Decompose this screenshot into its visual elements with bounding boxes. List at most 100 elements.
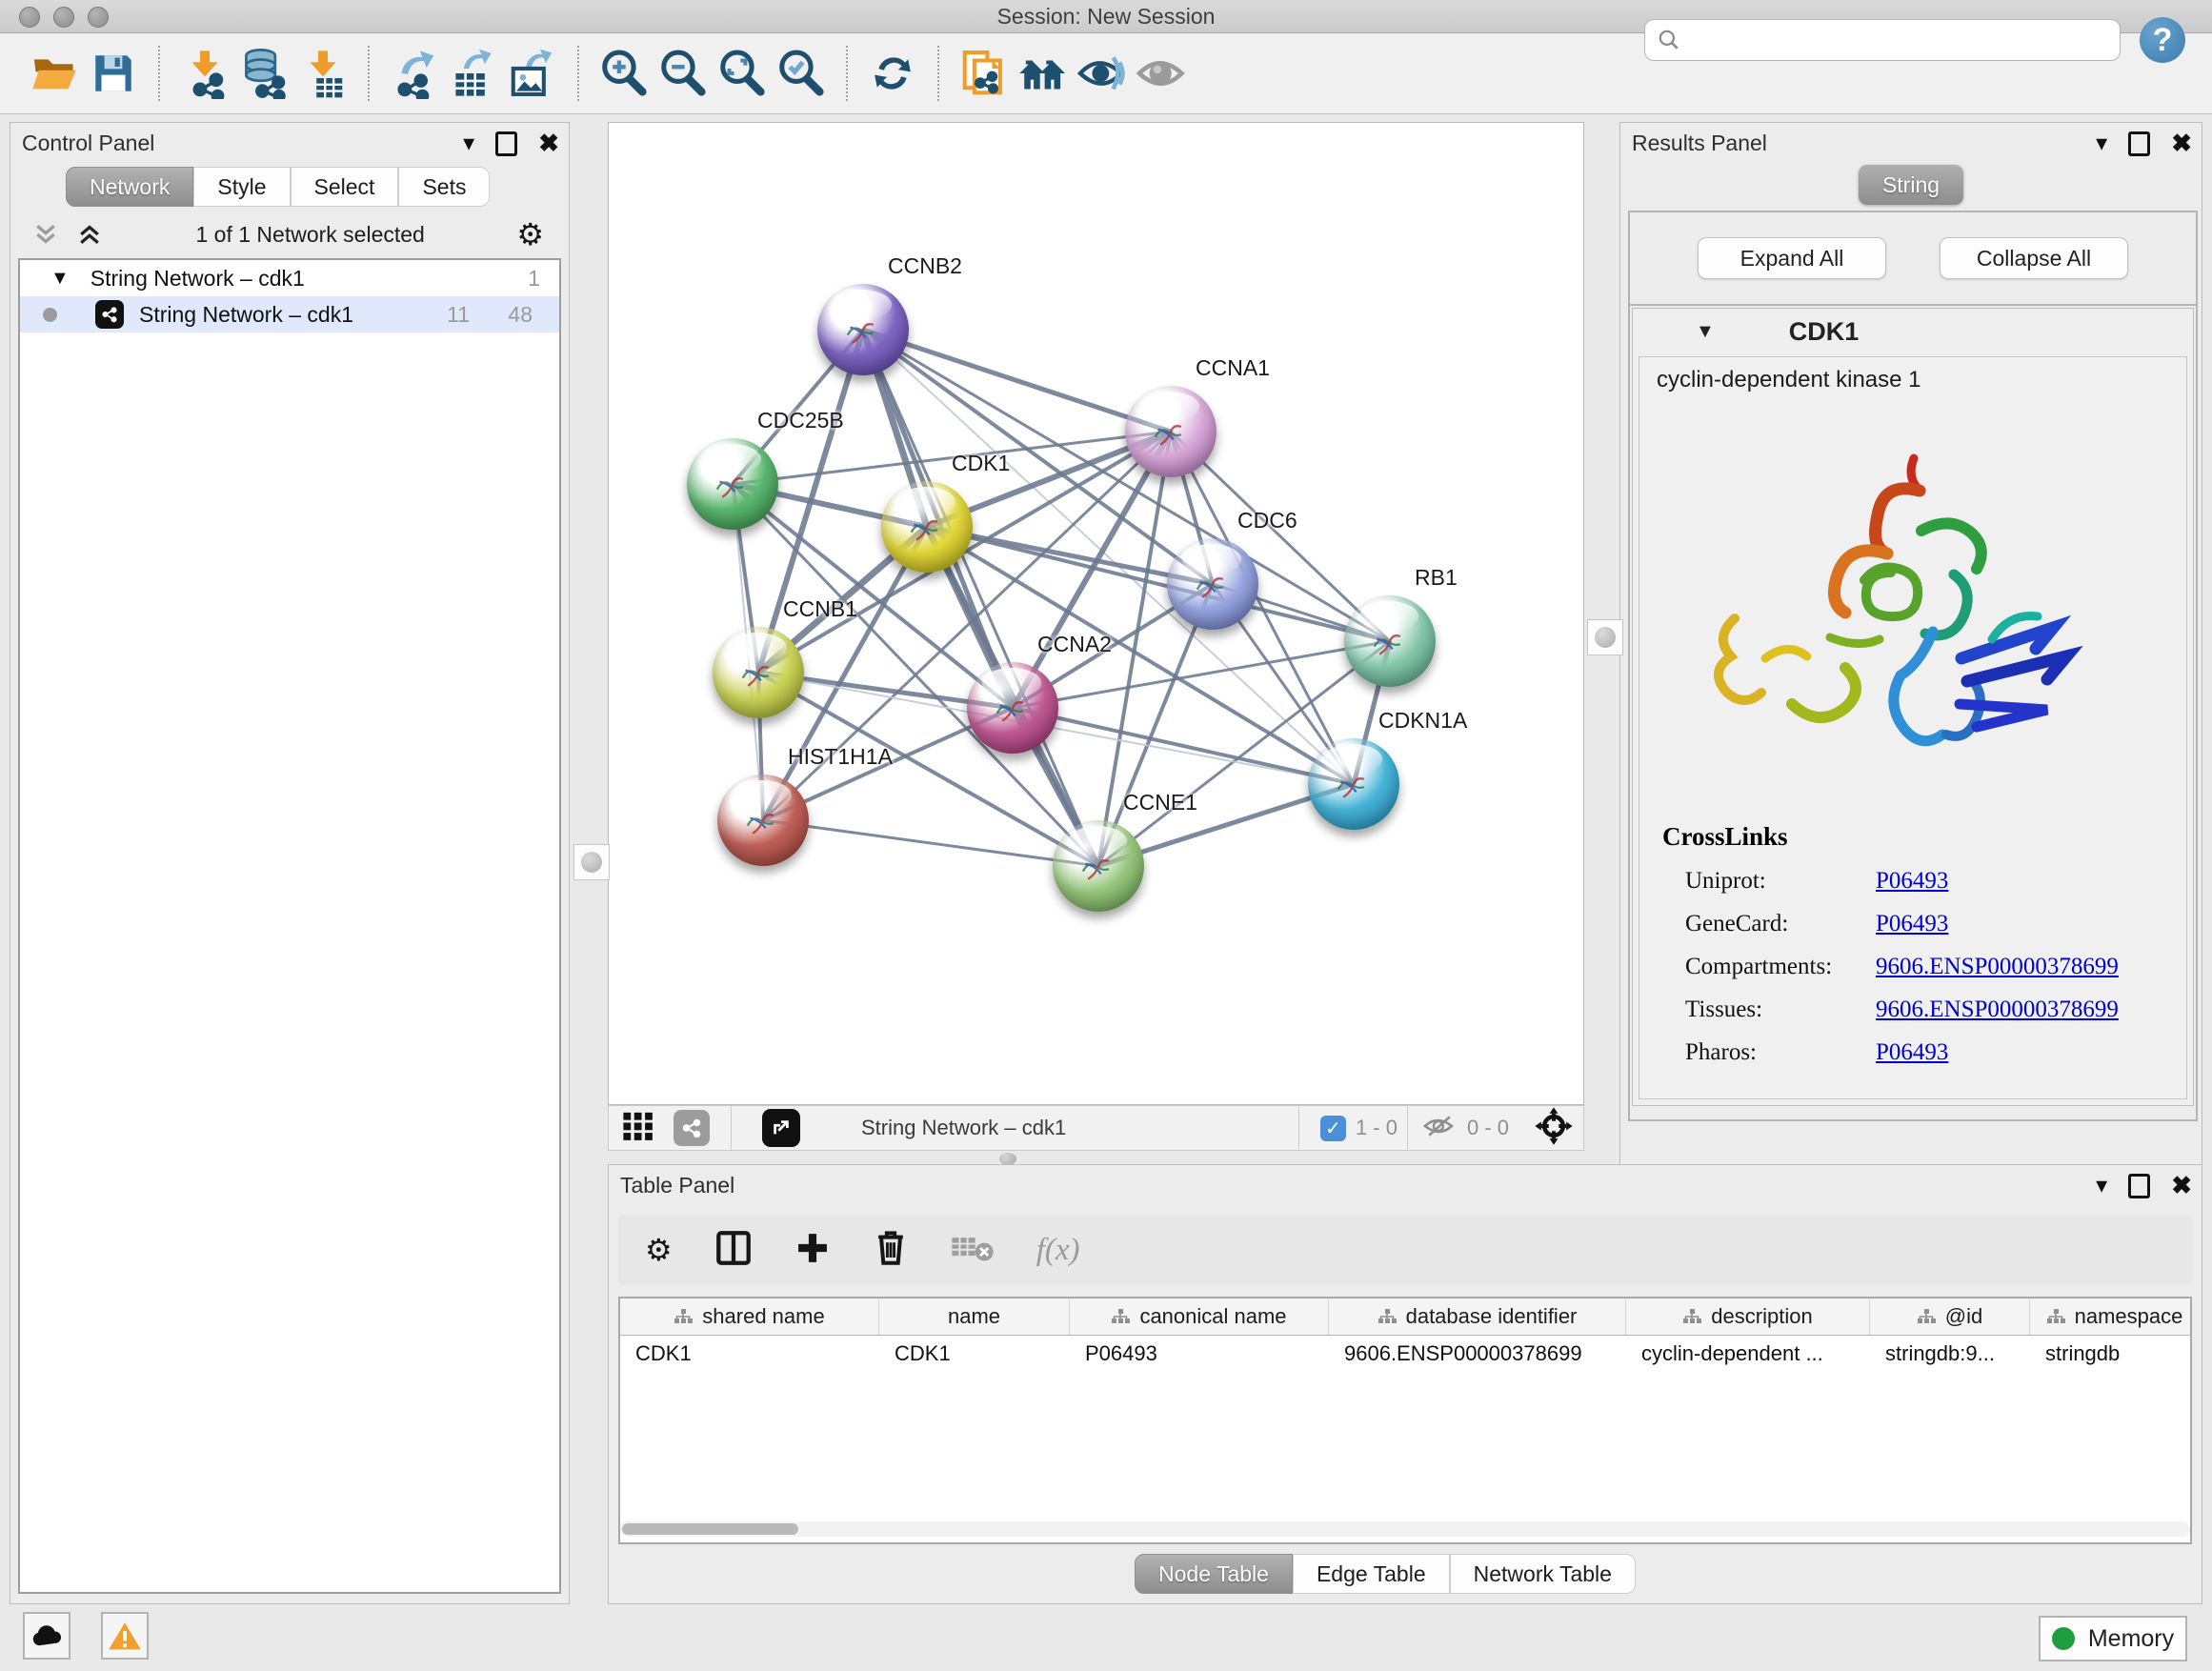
clear-table-icon[interactable] [951, 1232, 995, 1269]
scrollbar-thumb[interactable] [622, 1523, 798, 1535]
memory-button[interactable]: Memory [2039, 1616, 2187, 1661]
network-node-ccnb2[interactable] [817, 284, 909, 375]
help-button[interactable]: ? [2140, 17, 2185, 63]
collapse-gene-icon[interactable]: ▼ [1696, 321, 1715, 343]
crosslink-link[interactable]: 9606.ENSP00000378699 [1876, 997, 2119, 1023]
panel-float-icon[interactable] [2128, 131, 2150, 156]
network-node-rb1[interactable] [1344, 595, 1436, 687]
column-header-canonicalname[interactable]: canonical name [1070, 1299, 1329, 1335]
search-input[interactable] [1681, 27, 2120, 53]
tab-sets[interactable]: Sets [398, 167, 490, 207]
horizontal-splitter-handle[interactable] [999, 1153, 1016, 1165]
right-splitter-handle[interactable] [1587, 619, 1623, 655]
table-row[interactable]: CDK1CDK1P064939606.ENSP00000378699cyclin… [620, 1336, 2190, 1372]
gene-card-header[interactable]: ▼ CDK1 [1633, 309, 2193, 354]
column-header-description[interactable]: description [1626, 1299, 1870, 1335]
panel-menu-icon[interactable]: ▾ [2096, 130, 2107, 157]
panel-menu-icon[interactable]: ▾ [2096, 1172, 2107, 1199]
panel-close-icon[interactable]: ✖ [538, 129, 559, 158]
table-options-gear-icon[interactable]: ⚙ [645, 1232, 673, 1268]
cell-canonicalname[interactable]: P06493 [1070, 1336, 1329, 1372]
show-all-icon[interactable] [1132, 44, 1191, 103]
tab-network-table[interactable]: Network Table [1450, 1554, 1636, 1594]
export-network-icon[interactable] [385, 44, 444, 103]
warning-status-button[interactable] [101, 1612, 149, 1660]
tab-string[interactable]: String [1859, 165, 1963, 205]
panel-float-icon[interactable] [2128, 1174, 2150, 1198]
network-node-cdc25b[interactable] [687, 438, 778, 530]
clone-network-icon[interactable] [955, 44, 1014, 103]
birdseye-icon[interactable] [1534, 1106, 1574, 1151]
panel-close-icon[interactable]: ✖ [2171, 1171, 2192, 1200]
expand-all-button[interactable]: Expand All [1698, 237, 1886, 279]
crosslink-link[interactable]: P06493 [1876, 1039, 1948, 1066]
add-column-icon[interactable] [794, 1230, 831, 1271]
network-canvas[interactable]: CCNB2CCNA1CDC25BCDK1CDC6RB1CCNB1CCNA2CDK… [608, 122, 1584, 1105]
cell-sharedname[interactable]: CDK1 [620, 1336, 879, 1372]
export-image-icon[interactable] [503, 44, 562, 103]
panel-menu-icon[interactable]: ▾ [463, 130, 474, 157]
zoom-out-icon[interactable] [654, 44, 713, 103]
column-header-id[interactable]: @id [1870, 1299, 2030, 1335]
first-neighbors-icon[interactable] [1014, 44, 1073, 103]
tab-select[interactable]: Select [291, 167, 399, 207]
network-node-ccna2[interactable] [967, 662, 1058, 754]
delete-column-icon[interactable] [873, 1229, 909, 1272]
network-node-ccna1[interactable] [1125, 386, 1217, 477]
tab-style[interactable]: Style [193, 167, 290, 207]
collapse-all-button[interactable]: Collapse All [1940, 237, 2128, 279]
network-row-selected[interactable]: String Network – cdk1 11 48 [20, 296, 559, 332]
crosslink-link[interactable]: P06493 [1876, 868, 1948, 895]
crosslink-link[interactable]: 9606.ENSP00000378699 [1876, 954, 2119, 980]
cell-name[interactable]: CDK1 [879, 1336, 1070, 1372]
import-table-icon[interactable] [293, 44, 352, 103]
network-list-header: 1 of 1 Network selected ⚙ [18, 214, 561, 254]
collapse-all-icon[interactable] [31, 222, 60, 247]
tree-expand-icon[interactable]: ▼ [50, 268, 70, 290]
grid-view-icon[interactable] [622, 1110, 654, 1147]
show-columns-icon[interactable] [714, 1229, 753, 1272]
column-header-namespace[interactable]: namespace [2030, 1299, 2192, 1335]
export-table-icon[interactable] [444, 44, 503, 103]
zoom-in-icon[interactable] [594, 44, 654, 103]
node-table[interactable]: shared namenamecanonical namedatabase id… [618, 1297, 2192, 1544]
panel-close-icon[interactable]: ✖ [2171, 129, 2192, 158]
panel-float-icon[interactable] [495, 131, 517, 156]
string-app-icon[interactable] [674, 1110, 710, 1146]
column-header-name[interactable]: name [879, 1299, 1070, 1335]
network-collection-row[interactable]: ▼ String Network – cdk1 1 [20, 260, 559, 296]
network-node-ccne1[interactable] [1053, 820, 1144, 912]
open-in-window-icon[interactable] [762, 1109, 800, 1147]
import-network-icon[interactable] [175, 44, 234, 103]
expand-all-icon[interactable] [75, 222, 104, 247]
open-session-icon[interactable] [25, 44, 84, 103]
network-node-cdk1[interactable] [881, 481, 973, 573]
tab-edge-table[interactable]: Edge Table [1293, 1554, 1450, 1594]
import-database-icon[interactable] [234, 44, 293, 103]
cell-description[interactable]: cyclin-dependent ... [1626, 1336, 1870, 1372]
zoom-fit-icon[interactable] [713, 44, 772, 103]
zoom-selected-icon[interactable] [772, 44, 831, 103]
function-builder-icon[interactable]: f(x) [1036, 1233, 1080, 1268]
column-header-databaseidentifier[interactable]: database identifier [1329, 1299, 1626, 1335]
save-session-icon[interactable] [84, 44, 143, 103]
cell-id[interactable]: stringdb:9... [1870, 1336, 2030, 1372]
left-splitter-handle[interactable] [573, 844, 610, 880]
network-options-gear-icon[interactable]: ⚙ [516, 216, 544, 252]
refresh-icon[interactable] [863, 44, 922, 103]
column-header-sharedname[interactable]: shared name [620, 1299, 879, 1335]
tab-network[interactable]: Network [66, 167, 193, 207]
search-box[interactable] [1644, 19, 2121, 61]
network-node-ccnb1[interactable] [713, 627, 804, 718]
network-node-cdc6[interactable] [1167, 538, 1258, 630]
tab-node-table[interactable]: Node Table [1135, 1554, 1293, 1594]
cell-databaseidentifier[interactable]: 9606.ENSP00000378699 [1329, 1336, 1626, 1372]
cloud-status-button[interactable] [23, 1612, 70, 1660]
hide-selected-icon[interactable] [1073, 44, 1132, 103]
cell-namespace[interactable]: stringdb [2030, 1336, 2192, 1372]
selected-checkbox-icon[interactable]: ✓ [1320, 1116, 1346, 1141]
crosslink-link[interactable]: P06493 [1876, 911, 1948, 937]
network-node-hist1h1a[interactable] [717, 775, 809, 866]
network-node-cdkn1a[interactable] [1308, 738, 1399, 830]
table-hscrollbar[interactable] [620, 1521, 2190, 1537]
